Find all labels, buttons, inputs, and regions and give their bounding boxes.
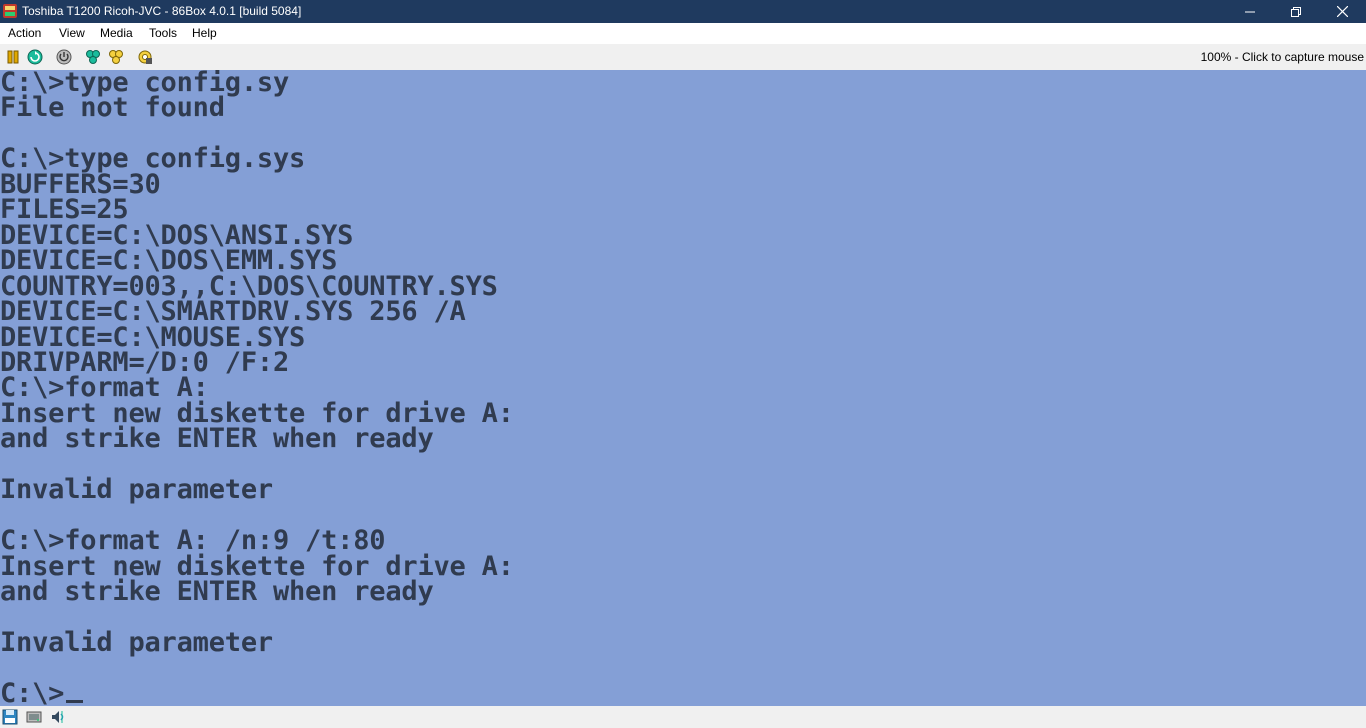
power-icon (56, 49, 72, 65)
pause-icon (7, 50, 19, 64)
title-bar: Toshiba T1200 Ricoh-JVC - 86Box 4.0.1 [b… (0, 0, 1366, 23)
emulator-screen[interactable]: C:\>type config.sy File not found C:\>type… (0, 70, 1366, 706)
menu-bar: Action View Media Tools Help (0, 23, 1366, 44)
ctrl-alt-esc-icon (109, 50, 123, 64)
terminal-line: and strike ENTER when ready (0, 423, 434, 455)
minimize-icon (1245, 11, 1255, 12)
status-bar (0, 706, 1366, 728)
minimize-button[interactable] (1227, 0, 1273, 23)
settings-button[interactable] (137, 49, 153, 65)
ctrl-alt-esc-button[interactable] (108, 49, 124, 65)
terminal-line: Invalid parameter (0, 474, 273, 506)
86box-app-icon[interactable] (3, 4, 17, 18)
terminal-line: Invalid parameter (0, 626, 273, 658)
text-cursor (66, 699, 84, 703)
menu-action[interactable]: Action (8, 26, 41, 41)
menu-tools[interactable]: Tools (149, 26, 177, 41)
power-button[interactable] (56, 49, 72, 65)
toolbar: 100% - Click to capture mouse (0, 44, 1366, 70)
floppy-drive-icon[interactable] (2, 709, 18, 725)
window-title: Toshiba T1200 Ricoh-JVC - 86Box 4.0.1 [b… (22, 4, 302, 18)
restore-icon (1291, 6, 1301, 17)
menu-help[interactable]: Help (192, 26, 217, 41)
sound-icon[interactable] (50, 709, 66, 725)
close-icon (1336, 6, 1348, 17)
ctrl-alt-del-icon (86, 50, 100, 64)
ctrl-alt-del-button[interactable] (85, 49, 101, 65)
reset-button[interactable] (27, 49, 43, 65)
hard-disk-icon[interactable] (26, 709, 42, 725)
menu-media[interactable]: Media (100, 26, 133, 41)
menu-view[interactable]: View (59, 26, 85, 41)
terminal-line: C:\> (0, 680, 84, 706)
restore-button[interactable] (1273, 0, 1319, 23)
reset-icon (27, 49, 43, 65)
pause-button[interactable] (5, 49, 21, 65)
close-button[interactable] (1319, 0, 1365, 23)
settings-icon (138, 50, 152, 64)
terminal-line: File not found (0, 92, 225, 124)
mouse-capture-status[interactable]: 100% - Click to capture mouse (1201, 50, 1364, 65)
terminal-line: and strike ENTER when ready (0, 576, 434, 607)
